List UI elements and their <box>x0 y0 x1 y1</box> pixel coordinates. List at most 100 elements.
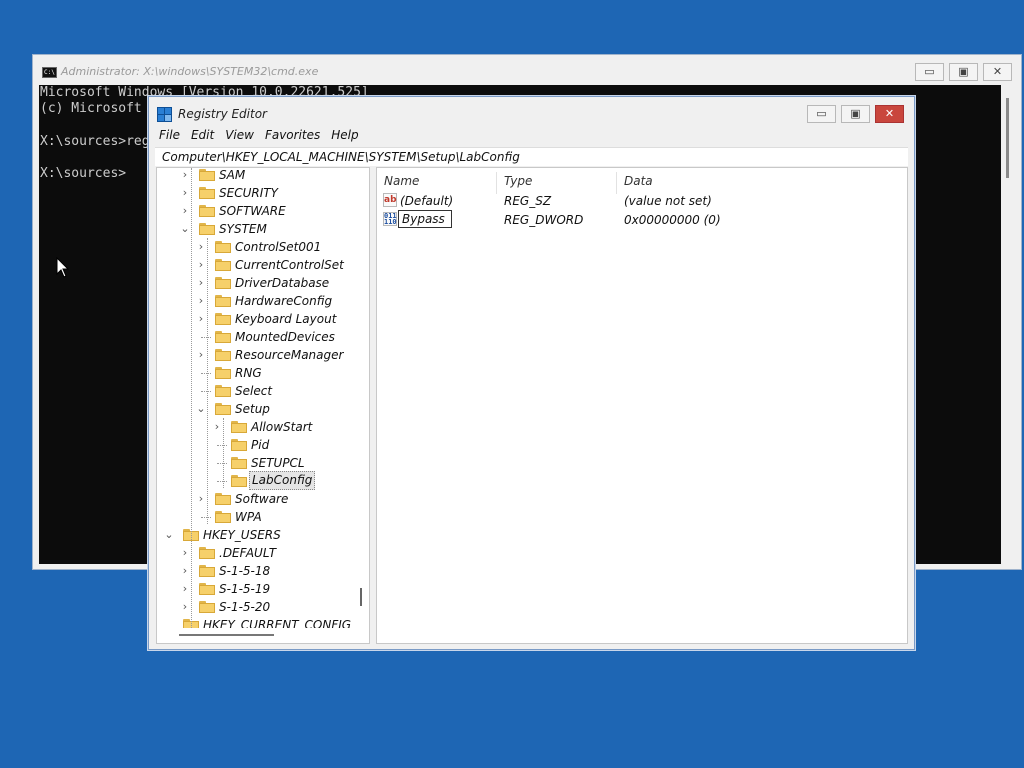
tree-item-setupcl[interactable]: SETUPCL <box>157 454 355 472</box>
tree-item-driverdatabase[interactable]: › DriverDatabase <box>157 274 355 292</box>
tree-vertical-scrollbar[interactable] <box>355 168 369 643</box>
expand-chevron-icon[interactable]: › <box>212 418 222 436</box>
tree-item-mounteddevices[interactable]: MountedDevices <box>157 328 355 346</box>
expand-chevron-icon[interactable]: › <box>196 292 206 310</box>
regedit-close-button[interactable]: ✕ <box>875 105 904 123</box>
tree-connector <box>201 373 211 374</box>
expand-chevron-icon[interactable]: › <box>180 184 190 202</box>
menu-help[interactable]: Help <box>327 127 362 144</box>
tree-item-pid[interactable]: Pid <box>157 436 355 454</box>
registry-editor-window[interactable]: Registry Editor ▭ ▣ ✕ File Edit View Favori… <box>148 96 915 650</box>
folder-icon <box>199 547 215 559</box>
value-row[interactable]: 011 110 Bypass REG_DWORD 0x00000000 (0) <box>377 210 907 229</box>
collapse-chevron-icon[interactable]: ⌄ <box>164 526 174 544</box>
tree-item-select[interactable]: Select <box>157 382 355 400</box>
tree-item-wpa[interactable]: WPA <box>157 508 355 526</box>
tree-guide-line <box>191 168 192 636</box>
cmd-close-button[interactable]: ✕ <box>983 63 1012 81</box>
tree-vertical-scroll-thumb[interactable] <box>360 588 362 606</box>
tree-item-label: Setup <box>235 402 270 416</box>
tree-connector <box>217 481 227 482</box>
cmd-minimize-button[interactable]: ▭ <box>915 63 944 81</box>
column-header-type[interactable]: Type <box>497 172 617 194</box>
tree-item-system[interactable]: ⌄ SYSTEM <box>157 220 355 238</box>
tree-item-setup[interactable]: ⌄ Setup <box>157 400 355 418</box>
expand-chevron-icon[interactable]: › <box>196 490 206 508</box>
cmd-scroll-thumb[interactable] <box>1006 98 1009 178</box>
column-header-data[interactable]: Data <box>617 172 907 194</box>
tree-item-label: SECURITY <box>219 186 278 200</box>
expand-chevron-icon[interactable]: › <box>196 346 206 364</box>
folder-icon <box>215 331 231 343</box>
regedit-titlebar[interactable]: Registry Editor ▭ ▣ ✕ <box>149 97 914 127</box>
folder-icon <box>231 475 247 487</box>
cmd-titlebar[interactable]: C:\ Administrator: X:\windows\SYSTEM32\c… <box>33 55 1021 85</box>
expand-chevron-icon[interactable]: › <box>180 544 190 562</box>
cmd-maximize-button[interactable]: ▣ <box>949 63 978 81</box>
folder-icon <box>215 313 231 325</box>
folder-icon <box>215 511 231 523</box>
folder-icon <box>199 205 215 217</box>
expand-chevron-icon[interactable]: › <box>196 310 206 328</box>
expand-chevron-icon[interactable]: › <box>180 598 190 616</box>
tree-item-s-1-5-18[interactable]: › S-1-5-18 <box>157 562 355 580</box>
tree-item-sam[interactable]: › SAM <box>157 168 355 184</box>
tree-item-label: Select <box>235 384 273 398</box>
tree-item-hardwareconfig[interactable]: › HardwareConfig <box>157 292 355 310</box>
expand-chevron-icon[interactable]: › <box>180 202 190 220</box>
folder-icon <box>215 241 231 253</box>
tree-item-default[interactable]: › .DEFAULT <box>157 544 355 562</box>
regedit-minimize-button[interactable]: ▭ <box>807 105 836 123</box>
tree-item-allowstart[interactable]: › AllowStart <box>157 418 355 436</box>
registry-tree[interactable]: › SAM › SECURITY › SOFTWARE ⌄ SYSTEM › ControlSet… <box>156 167 370 644</box>
column-header-name[interactable]: Name <box>377 172 497 194</box>
expand-chevron-icon[interactable]: › <box>196 274 206 292</box>
tree-item-currentcontrolset[interactable]: › CurrentControlSet <box>157 256 355 274</box>
cmd-scrollbar[interactable] <box>1002 85 1016 564</box>
collapse-chevron-icon[interactable]: ⌄ <box>196 400 206 418</box>
tree-item-resourcemanager[interactable]: › ResourceManager <box>157 346 355 364</box>
address-bar[interactable]: Computer\HKEY_LOCAL_MACHINE\SYSTEM\Setup… <box>155 147 908 166</box>
tree-item-hkey-users[interactable]: ⌄ HKEY_USERS <box>157 526 355 544</box>
tree-connector <box>217 445 227 446</box>
tree-item-rng[interactable]: RNG <box>157 364 355 382</box>
tree-item-label: ResourceManager <box>235 348 344 362</box>
menu-edit[interactable]: Edit <box>187 127 218 144</box>
string-value-icon: ab <box>383 193 397 207</box>
tree-item-keyboard-layout[interactable]: › Keyboard Layout <box>157 310 355 328</box>
tree-item-s-1-5-19[interactable]: › S-1-5-19 <box>157 580 355 598</box>
folder-icon <box>215 403 231 415</box>
menu-favorites[interactable]: Favorites <box>261 127 324 144</box>
tree-item-label: SAM <box>219 168 246 182</box>
tree-item-label: AllowStart <box>251 420 313 434</box>
value-row[interactable]: ab (Default) REG_SZ (value not set) <box>377 192 907 210</box>
expand-chevron-icon[interactable]: › <box>180 580 190 598</box>
tree-horizontal-scroll-thumb[interactable] <box>179 634 274 636</box>
expand-chevron-icon[interactable]: › <box>180 562 190 580</box>
rename-value-input[interactable]: Bypass <box>398 210 452 228</box>
expand-chevron-icon[interactable]: › <box>196 238 206 256</box>
menu-view[interactable]: View <box>221 127 258 144</box>
tree-item-controlset001[interactable]: › ControlSet001 <box>157 238 355 256</box>
folder-icon <box>215 259 231 271</box>
dword-value-icon: 011 110 <box>383 212 397 226</box>
tree-connector <box>201 337 211 338</box>
value-name: (Default) <box>400 194 454 208</box>
regedit-maximize-button[interactable]: ▣ <box>841 105 870 123</box>
tree-item-software[interactable]: › Software <box>157 490 355 508</box>
tree-item-labconfig[interactable]: LabConfig <box>157 471 355 490</box>
folder-icon <box>199 601 215 613</box>
values-list[interactable]: Name Type Data ab (Default) REG_SZ (valu… <box>376 167 908 644</box>
tree-item-software[interactable]: › SOFTWARE <box>157 202 355 220</box>
tree-item-s-1-5-20[interactable]: › S-1-5-20 <box>157 598 355 616</box>
expand-chevron-icon[interactable]: › <box>180 168 190 184</box>
tree-item-security[interactable]: › SECURITY <box>157 184 355 202</box>
tree-connector <box>217 463 227 464</box>
expand-chevron-icon[interactable]: › <box>196 256 206 274</box>
tree-item-label: RNG <box>235 366 262 380</box>
menu-file[interactable]: File <box>155 127 184 144</box>
collapse-chevron-icon[interactable]: ⌄ <box>180 220 190 238</box>
folder-icon <box>199 583 215 595</box>
tree-horizontal-scrollbar[interactable] <box>157 628 357 642</box>
tree-item-label: SETUPCL <box>251 456 305 470</box>
